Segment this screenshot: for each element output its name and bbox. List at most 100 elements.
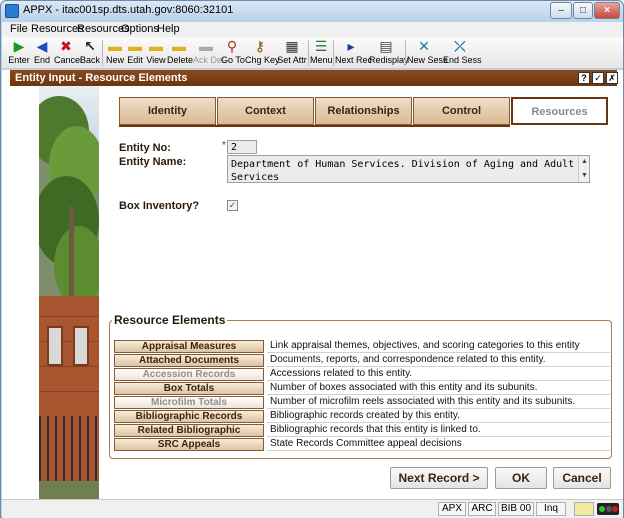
help-button[interactable]: ? — [578, 72, 590, 84]
accept-button[interactable]: ✓ — [592, 72, 604, 84]
close-window-button[interactable]: × — [594, 2, 620, 19]
scroll-down-icon[interactable]: ▼ — [579, 170, 590, 181]
src-appeals-description: State Records Committee appeal decisions — [267, 438, 610, 451]
next-rec-toolbar-button[interactable]: ▸ Next Rec — [335, 38, 372, 68]
tab-resources[interactable]: Resources — [511, 97, 608, 125]
menu-help[interactable]: Help — [157, 23, 180, 35]
accession-records-button[interactable]: Accession Records — [114, 368, 264, 381]
ack-delete-button[interactable]: ▬ Ack Del — [193, 38, 224, 68]
toolbar-separator — [308, 40, 309, 66]
cancel-button[interactable]: Cancel — [553, 467, 611, 489]
toolbar-separator — [102, 40, 103, 66]
status-mode: Inq — [536, 502, 566, 516]
ok-button[interactable]: OK — [495, 467, 547, 489]
related-bibliographic-description: Bibliographic records that this entity i… — [267, 424, 610, 437]
enter-button[interactable]: ▶ Enter — [8, 38, 30, 68]
scroll-up-icon[interactable]: ▲ — [579, 156, 590, 167]
folder-icon: ▬ — [108, 38, 122, 54]
go-to-button[interactable]: ⚲ Go To — [221, 38, 245, 68]
appraisal-measures-button[interactable]: Appraisal Measures — [114, 340, 264, 353]
app-window: APPX - itac001sp.dts.utah.gov:8060:32101… — [0, 0, 624, 518]
tab-control[interactable]: Control — [413, 97, 510, 125]
status-apx: APX — [438, 502, 466, 516]
entity-name-field[interactable]: Department of Human Services. Division o… — [227, 155, 590, 183]
attributes-icon: ▦ — [285, 38, 299, 54]
related-bibliographic-button[interactable]: Related Bibliographic — [114, 424, 264, 437]
form-header: Entity Input - Resource Elements ? ✓ ✗ — [10, 70, 618, 86]
status-bib: BIB 00 — [498, 502, 534, 516]
delete-button[interactable]: ▬ Delete — [167, 38, 193, 68]
key-icon: ⚷ — [254, 38, 266, 54]
folder-icon: ▬ — [149, 38, 163, 54]
end-session-icon: ⤫ — [454, 38, 466, 54]
menu-options[interactable]: Options — [121, 23, 159, 35]
decorative-photo — [39, 86, 99, 499]
next-record-button[interactable]: Next Record > — [390, 467, 488, 489]
entity-no-label: Entity No: — [119, 142, 171, 154]
folder-delete-icon: ▬ — [172, 38, 186, 54]
change-key-button[interactable]: ⚷ Chg Key — [245, 38, 280, 68]
end-button[interactable]: ◀ End — [32, 38, 52, 68]
folder-icon: ▬ — [128, 38, 142, 54]
minimize-button[interactable]: – — [550, 2, 572, 19]
tab-identity[interactable]: Identity — [119, 97, 216, 125]
bibliographic-records-button[interactable]: Bibliographic Records — [114, 410, 264, 423]
box-inventory-label: Box Inventory? — [119, 200, 200, 212]
attached-documents-description: Documents, reports, and correspondence r… — [267, 354, 610, 367]
entity-name-scrollbar[interactable]: ▲ ▼ — [578, 156, 589, 182]
microfilm-totals-description: Number of microfilm reels associated wit… — [267, 396, 610, 409]
play-icon: ▶ — [13, 38, 25, 54]
menu-button[interactable]: ☰ Menu — [310, 38, 333, 68]
required-marker: * — [222, 140, 226, 151]
new-button[interactable]: ▬ New — [105, 38, 125, 68]
toolbar-separator — [405, 40, 406, 66]
new-session-button[interactable]: ✕ New Sess — [407, 38, 448, 68]
form-content: Entity Input - Resource Elements ? ✓ ✗ I… — [2, 70, 623, 499]
edit-button[interactable]: ▬ Edit — [126, 38, 144, 68]
tab-divider — [119, 125, 510, 127]
status-lights-icon — [597, 503, 619, 515]
box-totals-button[interactable]: Box Totals — [114, 382, 264, 395]
box-totals-description: Number of boxes associated with this ent… — [267, 382, 610, 395]
cancel-icon: ✖ — [60, 38, 72, 54]
tab-context[interactable]: Context — [217, 97, 314, 125]
next-record-icon: ▸ — [347, 38, 355, 54]
form-title: Entity Input - Resource Elements — [15, 72, 188, 84]
ack-delete-icon: ▬ — [199, 38, 213, 54]
cancel-toolbar-button[interactable]: ✖ Cancel — [54, 38, 82, 68]
attached-documents-button[interactable]: Attached Documents — [114, 354, 264, 367]
src-appeals-button[interactable]: SRC Appeals — [114, 438, 264, 451]
status-arc: ARC — [468, 502, 496, 516]
lock-icon — [574, 502, 594, 516]
redisplay-icon: ▤ — [379, 38, 393, 54]
end-session-button[interactable]: ⤫ End Sess — [443, 38, 482, 68]
appraisal-measures-description: Link appraisal themes, objectives, and s… — [267, 340, 610, 353]
view-button[interactable]: ▬ View — [146, 38, 166, 68]
menu-resources[interactable]: Resources — [31, 23, 84, 35]
close-form-button[interactable]: ✗ — [606, 72, 618, 84]
maximize-button[interactable]: □ — [573, 2, 593, 19]
title-bar: APPX - itac001sp.dts.utah.gov:8060:32101… — [1, 1, 623, 21]
window-title: APPX - itac001sp.dts.utah.gov:8060:32101 — [23, 4, 234, 16]
redisplay-button[interactable]: ▤ Redisplay — [369, 38, 409, 68]
magnifier-icon: ⚲ — [226, 38, 238, 54]
accession-records-description: Accessions related to this entity. — [267, 368, 610, 381]
new-session-icon: ✕ — [418, 38, 430, 54]
set-attributes-button[interactable]: ▦ Set Attr — [277, 38, 307, 68]
menu-file[interactable]: File — [10, 23, 28, 35]
entity-no-field[interactable]: 2 — [227, 140, 257, 154]
microfilm-totals-button[interactable]: Microfilm Totals — [114, 396, 264, 409]
app-icon — [5, 4, 19, 18]
back-arrow-icon: ◀ — [36, 38, 48, 54]
menu-icon: ☰ — [314, 38, 328, 54]
toolbar: ▶ Enter ◀ End ✖ Cancel ↖ Back ▬ New ▬ Edit ▬ Vi… — [2, 37, 623, 69]
resource-elements-title: Resource Elements — [112, 313, 228, 327]
menu-bar: File Resources Resources Options Help — [2, 22, 623, 37]
toolbar-separator — [333, 40, 334, 66]
box-inventory-checkbox[interactable]: ✓ — [227, 200, 238, 211]
back-button[interactable]: ↖ Back — [80, 38, 100, 68]
pointer-icon: ↖ — [84, 38, 96, 54]
tab-relationships[interactable]: Relationships — [315, 97, 412, 125]
status-bar: APX ARC BIB 00 Inq — [2, 499, 623, 518]
bibliographic-records-description: Bibliographic records created by this en… — [267, 410, 610, 423]
